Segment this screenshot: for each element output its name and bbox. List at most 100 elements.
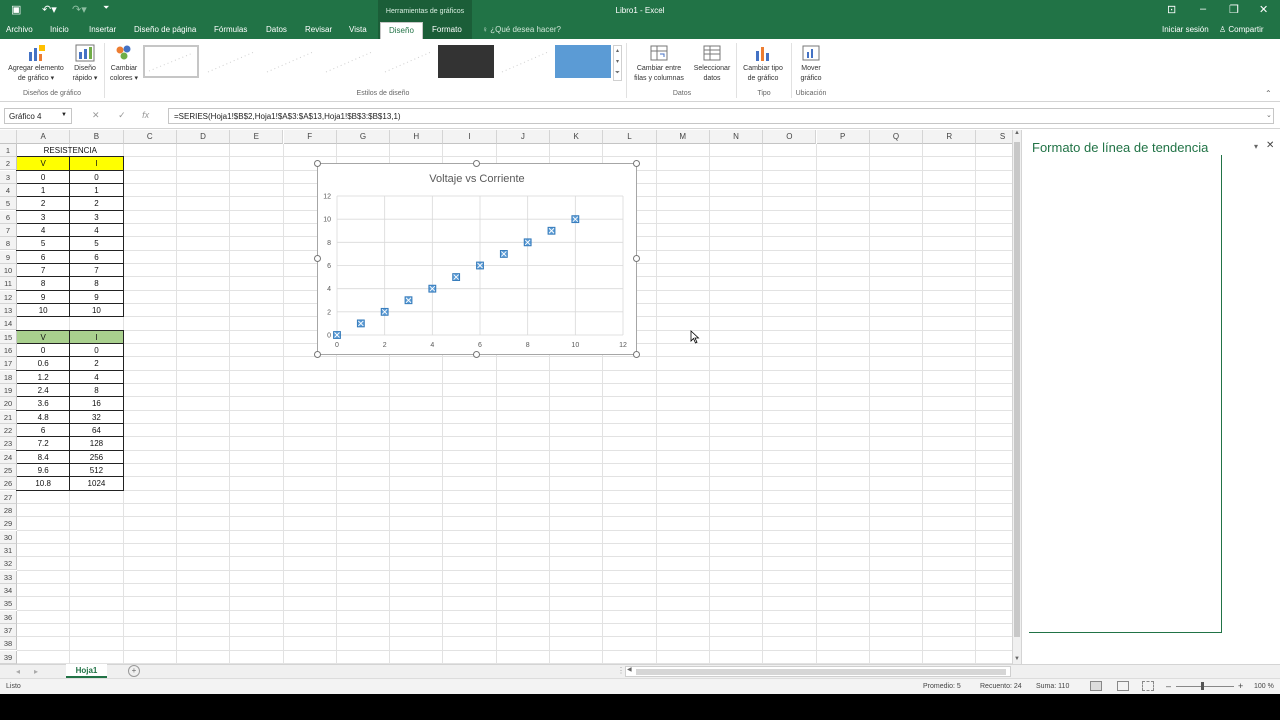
- horizontal-scrollbar[interactable]: ◀: [625, 666, 1011, 677]
- row-header-19[interactable]: 19: [0, 383, 17, 397]
- undo-icon[interactable]: ↶▾: [42, 3, 57, 16]
- table2-cell-i[interactable]: 256: [69, 449, 124, 464]
- table1-cell-i[interactable]: 1: [69, 182, 124, 198]
- table2-cell-v[interactable]: 10.8: [16, 476, 71, 491]
- column-header-b[interactable]: B: [70, 130, 124, 144]
- zoom-level[interactable]: 100 %: [1254, 683, 1274, 690]
- chart-voltaje-vs-corriente[interactable]: Voltaje vs Corriente 0 2 4 6 8 10 12 0 2 4 6 8 10 12: [317, 163, 637, 355]
- resize-handle-bottom[interactable]: [473, 351, 480, 358]
- row-header-23[interactable]: 23: [0, 437, 17, 451]
- row-header-3[interactable]: 3: [0, 170, 17, 184]
- chart-style-8[interactable]: [555, 45, 611, 78]
- column-header-r[interactable]: R: [923, 130, 977, 144]
- chart-style-7[interactable]: [497, 45, 553, 78]
- chart-title[interactable]: Voltaje vs Corriente: [429, 173, 524, 185]
- table1-header-v[interactable]: V: [16, 156, 71, 171]
- formula-input[interactable]: =SERIES(Hoja1!$B$2,Hoja1!$A$3:$A$13,Hoja…: [168, 108, 1274, 124]
- column-header-e[interactable]: E: [230, 130, 284, 144]
- restore-icon[interactable]: ❐: [1229, 3, 1239, 16]
- resize-handle-tr[interactable]: [633, 160, 640, 167]
- zoom-slider-thumb[interactable]: [1201, 682, 1204, 690]
- table1-cell-i[interactable]: 10: [69, 302, 124, 318]
- collapse-ribbon-icon[interactable]: ⌃: [1265, 89, 1272, 98]
- column-header-j[interactable]: J: [496, 130, 550, 144]
- row-header-15[interactable]: 15: [0, 330, 17, 344]
- data-point[interactable]: [547, 226, 556, 235]
- data-point[interactable]: [476, 261, 484, 270]
- ribbon-display-icon[interactable]: ⊡: [1167, 3, 1176, 16]
- row-header-32[interactable]: 32: [0, 557, 17, 571]
- table1-cell-i[interactable]: 4: [69, 222, 124, 238]
- chart-style-3[interactable]: [262, 45, 318, 78]
- table2-cell-i[interactable]: 1024: [69, 476, 124, 491]
- row-header-1[interactable]: 1: [0, 144, 17, 157]
- row-header-35[interactable]: 35: [0, 597, 17, 611]
- row-header-27[interactable]: 27: [0, 490, 17, 504]
- sign-in-link[interactable]: Iniciar sesión: [1162, 25, 1209, 34]
- tab-home[interactable]: Inicio: [50, 25, 69, 34]
- table2-cell-i[interactable]: 128: [69, 436, 124, 451]
- table2-header-v[interactable]: V: [16, 329, 71, 344]
- tab-view[interactable]: Vista: [349, 25, 367, 34]
- table1-cell-v[interactable]: 1: [16, 182, 71, 198]
- table2-cell-i[interactable]: 0: [69, 342, 124, 358]
- resize-handle-top[interactable]: [473, 160, 480, 167]
- row-header-21[interactable]: 21: [0, 410, 17, 424]
- prev-sheet-icon[interactable]: ◂: [16, 667, 20, 676]
- row-header-16[interactable]: 16: [0, 343, 17, 357]
- confirm-entry-icon[interactable]: ✓: [118, 110, 126, 120]
- tab-file[interactable]: Archivo: [6, 25, 33, 34]
- table1-cell-i[interactable]: 6: [69, 249, 124, 264]
- resize-handle-right[interactable]: [633, 255, 640, 262]
- scroll-thumb[interactable]: [1014, 142, 1020, 637]
- tab-review[interactable]: Revisar: [305, 25, 332, 34]
- pane-close-icon[interactable]: ✕: [1266, 140, 1274, 151]
- zoom-in-icon[interactable]: +: [1238, 681, 1243, 691]
- row-header-31[interactable]: 31: [0, 543, 17, 557]
- table2-cell-v[interactable]: 6: [16, 422, 71, 438]
- normal-view-icon[interactable]: [1090, 681, 1102, 691]
- chart-style-5[interactable]: [380, 45, 436, 78]
- change-chart-type-button[interactable]: Cambiar tipo de gráfico: [738, 41, 788, 84]
- next-sheet-icon[interactable]: ▸: [34, 667, 38, 676]
- column-header-p[interactable]: P: [816, 130, 870, 144]
- chart-style-2[interactable]: [203, 45, 259, 78]
- sheet-tab-hoja1[interactable]: Hoja1: [66, 664, 107, 678]
- table2-cell-v[interactable]: 1.2: [16, 369, 71, 384]
- row-header-13[interactable]: 13: [0, 303, 17, 317]
- table2-cell-v[interactable]: 2.4: [16, 382, 71, 398]
- data-point[interactable]: [428, 284, 437, 293]
- row-header-10[interactable]: 10: [0, 263, 17, 277]
- table2-cell-i[interactable]: 16: [69, 396, 124, 411]
- chart-style-6[interactable]: [438, 45, 494, 78]
- table1-cell-i[interactable]: 2: [69, 196, 124, 211]
- zoom-out-icon[interactable]: –: [1166, 681, 1171, 691]
- table2-cell-v[interactable]: 9.6: [16, 462, 71, 478]
- redo-icon[interactable]: ↷▾: [72, 3, 87, 16]
- select-all-corner[interactable]: [0, 130, 17, 144]
- close-icon[interactable]: ✕: [1259, 3, 1268, 16]
- chart-style-1[interactable]: [143, 45, 199, 78]
- row-header-29[interactable]: 29: [0, 517, 17, 531]
- change-colors-button[interactable]: Cambiar colores ▾: [106, 41, 142, 84]
- row-header-20[interactable]: 20: [0, 397, 17, 411]
- tab-design[interactable]: Diseño: [380, 22, 423, 39]
- column-header-k[interactable]: K: [550, 130, 604, 144]
- table2-cell-i[interactable]: 32: [69, 409, 124, 424]
- table2-cell-i[interactable]: 512: [69, 462, 124, 478]
- data-point[interactable]: [356, 319, 365, 328]
- data-point[interactable]: [404, 296, 413, 305]
- resize-handle-tl[interactable]: [314, 160, 321, 167]
- tab-page-layout[interactable]: Diseño de página: [134, 25, 196, 34]
- row-header-6[interactable]: 6: [0, 210, 17, 224]
- table2-cell-v[interactable]: 3.6: [16, 396, 71, 411]
- table1-cell-v[interactable]: 9: [16, 289, 71, 304]
- hscroll-split-icon[interactable]: ⋮: [617, 666, 625, 675]
- table1-cell-i[interactable]: 3: [69, 209, 124, 224]
- row-header-9[interactable]: 9: [0, 250, 17, 264]
- name-box-dropdown-icon[interactable]: ▼: [61, 112, 67, 118]
- row-header-2[interactable]: 2: [0, 157, 17, 171]
- row-header-18[interactable]: 18: [0, 370, 17, 384]
- vertical-scrollbar[interactable]: ▲ ▼: [1012, 130, 1021, 664]
- row-header-5[interactable]: 5: [0, 197, 17, 211]
